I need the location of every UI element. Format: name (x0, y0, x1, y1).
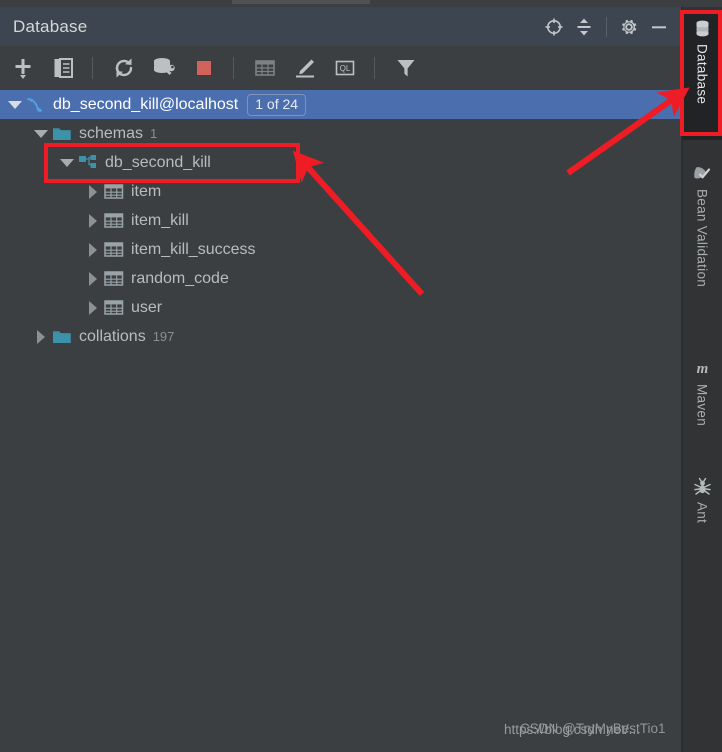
table-icon (103, 182, 125, 202)
folder-icon (51, 327, 73, 347)
toolbar-separator-2 (233, 57, 234, 79)
schemas-folder-node[interactable]: schemas 1 (0, 119, 682, 148)
tree-node-label: random_code (131, 269, 229, 287)
locate-icon[interactable] (539, 12, 569, 42)
database-toolbar: QL (0, 46, 682, 91)
open-query-console-button[interactable]: QL (328, 51, 362, 85)
collations-folder-node[interactable]: collations 197 (0, 322, 682, 351)
sidebar-item-label: Bean Validation (694, 189, 710, 288)
table-random-code-node[interactable]: random_code (0, 264, 682, 293)
bean-validation-icon (682, 157, 722, 189)
tree-node-label: db_second_kill@localhost (53, 95, 239, 113)
folder-icon (51, 124, 73, 144)
top-strip-highlight (232, 0, 370, 4)
tree-node-label: item_kill_success (131, 240, 256, 258)
tree-node-label: user (131, 298, 163, 316)
database-tool-window: Database QL db_second_kill@localhost 1 o… (0, 0, 722, 752)
mysql-dolphin-icon (25, 95, 47, 115)
open-table-editor-button[interactable] (248, 51, 282, 85)
expander-collapse-icon[interactable] (5, 100, 25, 109)
database-tree[interactable]: db_second_kill@localhost 1 of 24 schemas 1 d… (0, 90, 687, 752)
expander-expand-icon[interactable] (83, 271, 103, 286)
table-icon (103, 240, 125, 260)
header-icon-group (539, 7, 682, 46)
collapse-all-icon[interactable] (569, 12, 599, 42)
tree-node-label: item_kill (131, 211, 189, 229)
data-source-node[interactable]: db_second_kill@localhost 1 of 24 (0, 90, 687, 119)
tree-node-label: collations (79, 327, 146, 345)
expander-expand-icon[interactable] (83, 184, 103, 199)
toolbar-separator-3 (374, 57, 375, 79)
svg-text:QL: QL (340, 64, 351, 73)
expander-expand-icon[interactable] (83, 242, 103, 257)
database-cylinder-icon (682, 12, 722, 44)
table-icon (103, 269, 125, 289)
tree-node-label: schemas (79, 124, 144, 142)
tree-node-count: 1 (150, 126, 158, 141)
status-badge: 1 of 24 (247, 93, 307, 116)
refresh-button[interactable] (107, 51, 141, 85)
sidebar-item-label: Ant (694, 502, 710, 524)
expander-collapse-icon[interactable] (57, 158, 77, 167)
tool-tab-maven[interactable]: m Maven (682, 352, 722, 457)
expander-expand-icon[interactable] (83, 213, 103, 228)
tree-node-label: item (131, 182, 162, 200)
top-strip (0, 0, 722, 7)
schema-db-second-kill-node[interactable]: db_second_kill (0, 148, 682, 177)
add-new-button[interactable] (6, 51, 40, 85)
tool-window-sidebar: Database Bean Validation m Maven Ant (681, 7, 722, 752)
tool-tab-bean-validation[interactable]: Bean Validation (682, 157, 722, 337)
table-icon (103, 211, 125, 231)
table-item-kill-node[interactable]: item_kill (0, 206, 682, 235)
schema-icon (77, 153, 99, 173)
watermark-author: CSDN @TryMyBestTio1 (520, 721, 666, 736)
tool-tab-ant[interactable]: Ant (682, 470, 722, 552)
svg-text:m: m (696, 361, 708, 377)
modify-object-button[interactable] (288, 51, 322, 85)
maven-m-icon: m (682, 352, 722, 384)
data-source-properties-button[interactable] (147, 51, 181, 85)
expander-expand-icon[interactable] (83, 300, 103, 315)
tool-window-header: Database (0, 7, 682, 46)
sidebar-item-label: Maven (694, 384, 710, 427)
filter-button[interactable] (389, 51, 423, 85)
tree-node-label: db_second_kill (105, 153, 211, 171)
hide-minimize-icon[interactable] (644, 12, 674, 42)
table-item-kill-success-node[interactable]: item_kill_success (0, 235, 682, 264)
toolbar-separator (92, 57, 93, 79)
settings-gear-icon[interactable] (614, 12, 644, 42)
ant-bug-icon (682, 470, 722, 502)
table-icon (103, 298, 125, 318)
expander-expand-icon[interactable] (31, 329, 51, 344)
page-title: Database (13, 16, 88, 36)
expander-collapse-icon[interactable] (31, 129, 51, 138)
duplicate-button[interactable] (46, 51, 80, 85)
table-user-node[interactable]: user (0, 293, 682, 322)
tool-tab-database[interactable]: Database (682, 12, 722, 140)
tree-node-count: 197 (152, 329, 175, 344)
sidebar-item-label: Database (694, 44, 710, 105)
header-separator (606, 16, 607, 37)
stop-button[interactable] (187, 51, 221, 85)
table-item-node[interactable]: item (0, 177, 682, 206)
